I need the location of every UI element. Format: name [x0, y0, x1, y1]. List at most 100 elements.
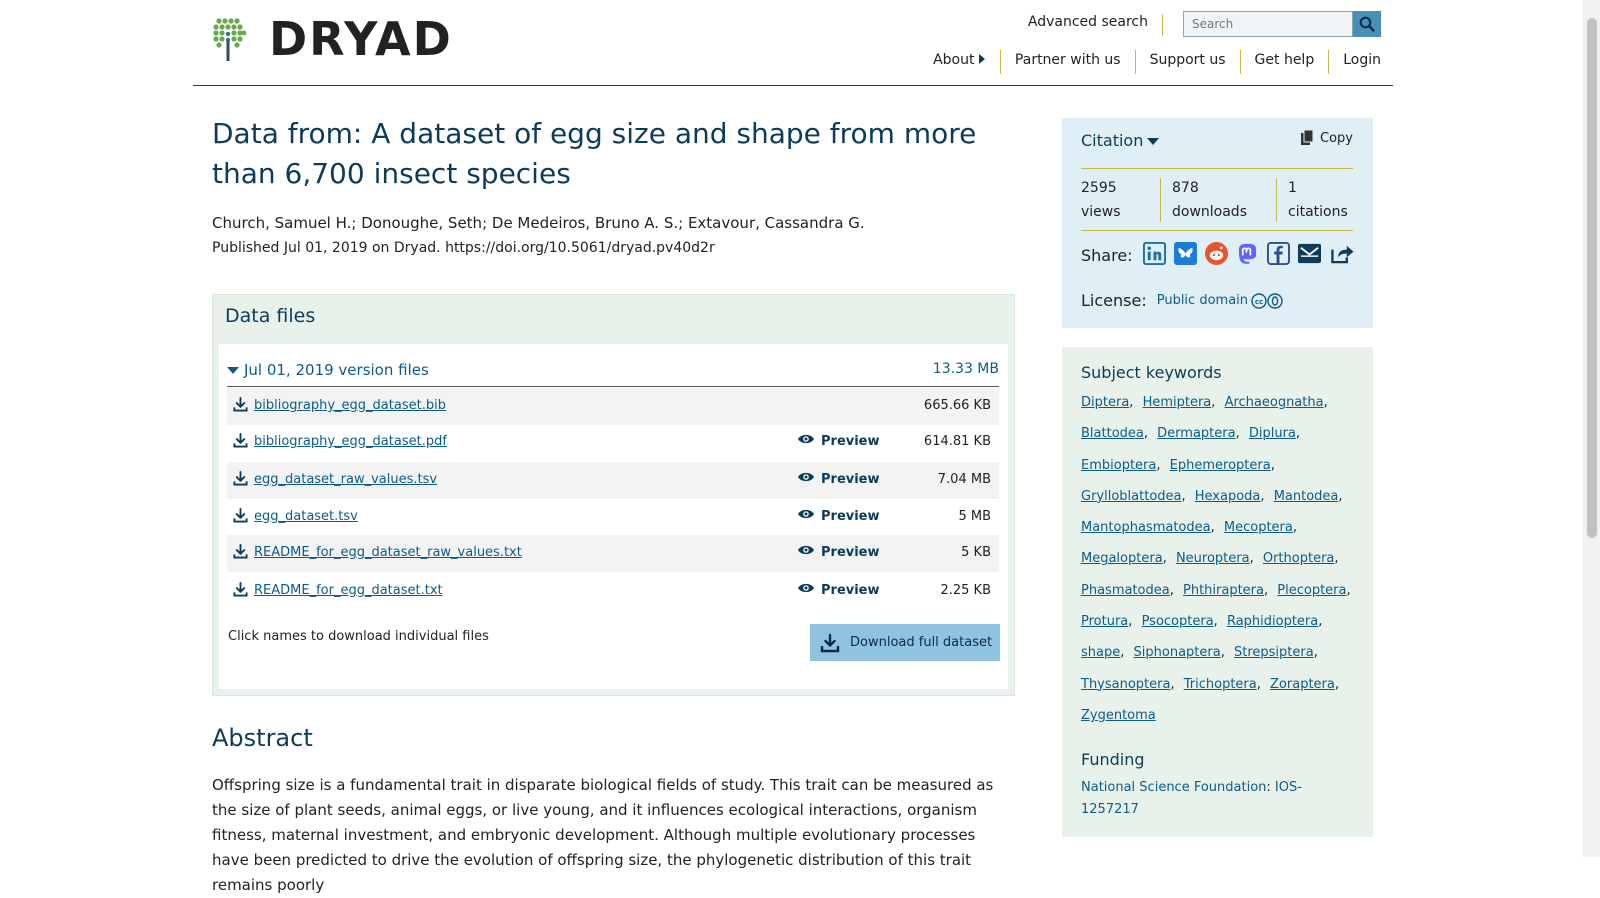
version-files-box: Jul 01, 2019 version files 13.33 MB bibl… [219, 344, 1008, 689]
preview-button[interactable]: Preview [797, 433, 880, 449]
keyword-link[interactable]: Dermaptera [1157, 426, 1235, 441]
keyword-link[interactable]: Hexapoda [1195, 489, 1261, 504]
publication-info: Published Jul 01, 2019 on Dryad. https:/… [212, 240, 715, 256]
keyword-link[interactable]: Psocoptera [1142, 614, 1214, 629]
preview-button[interactable]: Preview [797, 471, 880, 487]
preview-button[interactable]: Preview [797, 508, 880, 524]
reddit-icon[interactable] [1204, 242, 1228, 269]
eye-icon [797, 508, 821, 524]
keyword-link[interactable]: shape [1081, 645, 1120, 660]
search-form [1183, 11, 1381, 37]
nav-support[interactable]: Support us [1134, 50, 1240, 74]
keyword-link[interactable]: Orthoptera [1263, 551, 1335, 566]
keyword-link[interactable]: Diplura [1249, 426, 1296, 441]
keyword-link[interactable]: Siphonaptera [1134, 645, 1221, 660]
keyword-link[interactable]: Diptera [1081, 395, 1129, 410]
nav-about[interactable]: About [919, 50, 1000, 74]
keyword-link[interactable]: Neuroptera [1176, 551, 1250, 566]
citations-label: citations [1288, 204, 1348, 220]
main-nav: About Partner with us Support us Get hel… [919, 50, 1381, 74]
abstract-text: Offspring size is a fundamental trait in… [212, 776, 994, 894]
keyword-link[interactable]: Mecoptera [1224, 520, 1293, 535]
nav-login[interactable]: Login [1328, 50, 1381, 74]
divider [1276, 178, 1277, 222]
keyword-link[interactable]: Grylloblattodea [1081, 489, 1181, 504]
linkedin-icon[interactable] [1142, 242, 1166, 269]
search-button[interactable] [1353, 11, 1381, 37]
download-icon[interactable] [233, 433, 248, 452]
scrollbar-thumb[interactable] [1587, 18, 1597, 538]
nav-help[interactable]: Get help [1239, 50, 1329, 74]
data-files-heading: Data files [225, 305, 316, 327]
keyword-link[interactable]: Strepsiptera [1234, 645, 1314, 660]
keyword-link[interactable]: Raphidioptera [1227, 614, 1318, 629]
keyword-link[interactable]: Plecoptera [1277, 583, 1346, 598]
file-download-link[interactable]: README_for_egg_dataset.txt [254, 583, 443, 598]
preview-label: Preview [821, 433, 880, 449]
mastodon-icon[interactable] [1236, 242, 1259, 269]
nav-about-label: About [933, 52, 975, 68]
divider [1081, 168, 1353, 169]
advanced-search-link[interactable]: Advanced search [1028, 14, 1163, 36]
file-row: README_for_egg_dataset_raw_values.txt Pre… [227, 535, 999, 572]
version-label: Jul 01, 2019 version files [244, 361, 429, 379]
keyword-link[interactable]: Hemiptera [1143, 395, 1212, 410]
download-icon[interactable] [233, 544, 248, 563]
views-label: views [1081, 204, 1121, 220]
version-toggle[interactable]: Jul 01, 2019 version files 13.33 MB [227, 354, 999, 387]
funding-heading: Funding [1081, 750, 1145, 769]
file-download-link[interactable]: egg_dataset.tsv [254, 509, 358, 524]
keyword-link[interactable]: Ephemeroptera [1170, 458, 1271, 473]
preview-label: Preview [821, 508, 880, 524]
funder-link[interactable]: National Science Foundation [1081, 780, 1266, 795]
download-full-dataset-button[interactable]: Download full dataset [810, 624, 1000, 661]
share-icon[interactable] [1329, 242, 1355, 269]
download-icon[interactable] [233, 508, 248, 527]
license-label: License: [1081, 291, 1147, 310]
keyword-link[interactable]: Protura [1081, 614, 1128, 629]
keyword-link[interactable]: Phthiraptera [1183, 583, 1264, 598]
keyword-link[interactable]: Embioptera [1081, 458, 1156, 473]
file-download-link[interactable]: bibliography_egg_dataset.bib [254, 398, 446, 413]
version-size: 13.33 MB [932, 361, 999, 377]
download-icon[interactable] [233, 471, 248, 490]
file-row: egg_dataset.tsv Preview 5 MB [227, 499, 999, 536]
email-icon[interactable] [1297, 242, 1321, 269]
keyword-link[interactable]: Mantophasmatodea [1081, 520, 1211, 535]
preview-label: Preview [821, 544, 880, 560]
preview-button[interactable]: Preview [797, 544, 880, 560]
preview-button[interactable]: Preview [797, 582, 880, 598]
caret-right-icon [978, 54, 985, 64]
file-row: egg_dataset_raw_values.tsv Preview 7.04 MB [227, 462, 999, 499]
facebook-icon[interactable] [1266, 242, 1290, 269]
download-icon[interactable] [233, 397, 248, 416]
tree-logo-icon [213, 18, 247, 61]
keyword-link[interactable]: Zygentoma [1081, 708, 1156, 723]
citation-toggle[interactable]: Citation [1081, 131, 1160, 150]
file-download-link[interactable]: bibliography_egg_dataset.pdf [254, 434, 447, 449]
keyword-link[interactable]: Archaeognatha [1225, 395, 1324, 410]
keyword-link[interactable]: Zoraptera [1270, 677, 1335, 692]
keywords-heading: Subject keywords [1081, 363, 1222, 382]
download-icon[interactable] [233, 582, 248, 601]
keyword-link[interactable]: Phasmatodea [1081, 583, 1170, 598]
dryad-logo[interactable]: DRYAD [213, 16, 453, 62]
file-download-link[interactable]: README_for_egg_dataset_raw_values.txt [254, 545, 522, 560]
keyword-link[interactable]: Blattodea [1081, 426, 1144, 441]
keyword-link[interactable]: Thysanoptera [1081, 677, 1170, 692]
search-input[interactable] [1183, 11, 1353, 37]
file-row: bibliography_egg_dataset.pdf Preview 614.8… [227, 424, 999, 461]
bluesky-icon[interactable] [1173, 242, 1197, 269]
views-count: 2595 [1081, 180, 1117, 196]
keyword-link[interactable]: Mantodea [1274, 489, 1339, 504]
nav-partner[interactable]: Partner with us [999, 50, 1135, 74]
file-download-link[interactable]: egg_dataset_raw_values.tsv [254, 472, 437, 487]
site-header: DRYAD Advanced search About Partner with… [193, 0, 1393, 86]
license-link[interactable]: Public domain [1157, 293, 1248, 308]
keyword-link[interactable]: Megaloptera [1081, 551, 1163, 566]
scrollbar[interactable] [1583, 0, 1600, 857]
keyword-link[interactable]: Trichoptera [1184, 677, 1257, 692]
data-files-panel: Data files Jul 01, 2019 version files 13… [212, 294, 1015, 696]
copy-citation-button[interactable]: Copy [1300, 130, 1353, 146]
copy-icon [1301, 130, 1314, 145]
